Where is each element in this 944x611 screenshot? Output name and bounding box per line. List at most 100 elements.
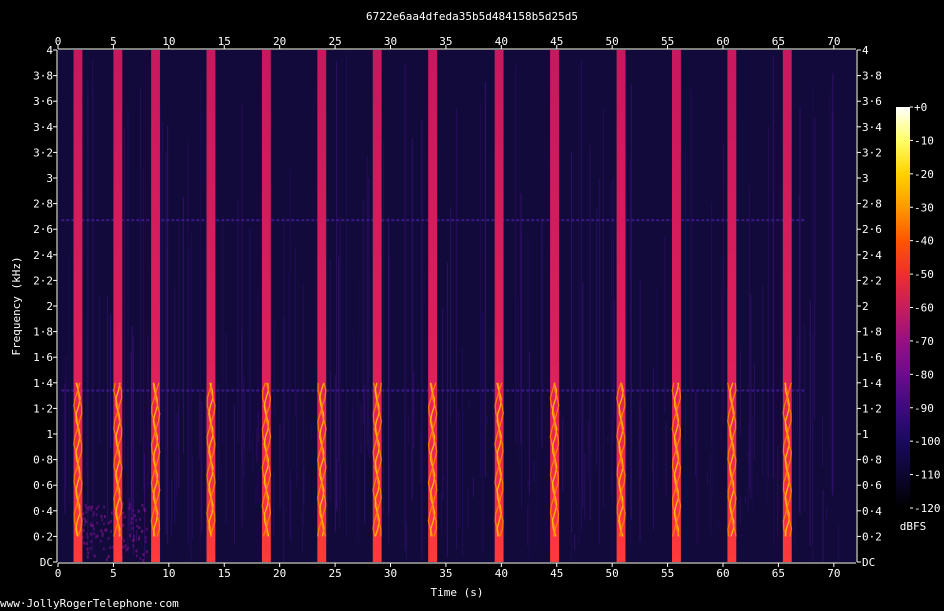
- noise-speck: [141, 529, 144, 533]
- colorbar-ticks: +0 -10 -20 -30 -40 -50 -60 -70 -80 -90 -100 -110 -12…: [910, 101, 941, 515]
- x-tick-label: 50: [606, 35, 619, 48]
- y-tick-label: 0·2: [33, 530, 53, 543]
- noise-speck: [107, 536, 110, 540]
- y-tick-label: 4: [862, 44, 869, 57]
- y-tick-label: DC: [862, 556, 875, 569]
- colorbar-tick-label: -20: [914, 168, 934, 181]
- noise-speck: [142, 558, 145, 562]
- noise-speck: [128, 506, 131, 510]
- y-tick-label: 3·2: [33, 146, 53, 159]
- tone-burst: [727, 50, 737, 562]
- y-tick-label: 1·8: [33, 326, 53, 339]
- noise-speck: [139, 557, 142, 561]
- y-tick-label: 2: [46, 300, 53, 313]
- colorbar-tick-label: -80: [914, 368, 934, 381]
- noise-speck: [95, 513, 98, 517]
- noise-speck: [136, 524, 139, 528]
- noise-speck: [122, 523, 125, 527]
- noise-speck: [82, 528, 85, 532]
- colorbar-tick-label: -120: [914, 502, 941, 515]
- x-tick-label: 5: [110, 35, 117, 48]
- noise-speck: [93, 532, 96, 536]
- noise-speck: [100, 529, 103, 533]
- x-tick-label: 65: [772, 567, 785, 580]
- x-tick-label: 30: [384, 35, 397, 48]
- y-tick-label: 2·8: [862, 198, 882, 211]
- noise-speck: [130, 517, 133, 521]
- y-tick-label: 3·4: [862, 121, 882, 134]
- y-tick-label: 1·6: [33, 351, 53, 364]
- y-tick-label: 0·4: [33, 505, 53, 518]
- y-tick-label: 0·4: [862, 505, 882, 518]
- noise-speck: [87, 551, 90, 555]
- colorbar: [896, 107, 910, 508]
- chart-title: 6722e6aa4dfeda35b5d484158b5d25d5: [366, 10, 578, 23]
- noise-speck: [129, 502, 132, 506]
- x-tick-label: 45: [550, 35, 563, 48]
- noise-speck: [87, 508, 90, 512]
- noise-speck: [89, 532, 92, 536]
- noise-speck: [138, 517, 141, 521]
- y-tick-label: 0·6: [33, 479, 53, 492]
- x-tick-label: 60: [716, 567, 729, 580]
- noise-speck: [144, 540, 147, 544]
- noise-speck: [85, 520, 88, 524]
- x-tick-label: 0: [55, 567, 62, 580]
- y-tick-label: 1: [862, 428, 869, 441]
- colorbar-tick-label: -40: [914, 235, 934, 248]
- x-tick-label: 45: [550, 567, 563, 580]
- y-tick-label: 2: [862, 300, 869, 313]
- y-tick-label: 3: [862, 172, 869, 185]
- noise-speck: [107, 554, 110, 558]
- x-tick-label: 55: [661, 567, 674, 580]
- x-tick-label: 15: [218, 35, 231, 48]
- noise-speck: [135, 549, 138, 553]
- noise-speck: [132, 544, 135, 548]
- x-tick-label: 20: [273, 35, 286, 48]
- x-axis-bottom: 0 5 10 15 20 25 30 35 40 45 50 55 60 65 70: [55, 562, 856, 580]
- x-tick-label: 70: [827, 567, 840, 580]
- noise-speck: [86, 535, 89, 539]
- noise-speck: [86, 547, 89, 551]
- noise-speck: [99, 539, 102, 543]
- y-tick-label: 0·8: [862, 454, 882, 467]
- noise-speck: [93, 554, 96, 558]
- noise-speck: [85, 542, 88, 546]
- y-tick-label: 3·2: [862, 146, 882, 159]
- noise-speck: [83, 523, 86, 527]
- x-tick-label: 0: [55, 35, 62, 48]
- noise-speck: [100, 514, 103, 518]
- x-tick-label: 55: [661, 35, 674, 48]
- noise-speck: [138, 537, 141, 541]
- y-axis-label: Frequency (kHz): [10, 256, 23, 355]
- noise-speck: [127, 546, 130, 550]
- colorbar-tick-label: -10: [914, 134, 934, 147]
- noise-speck: [84, 503, 87, 507]
- noise-speck: [122, 511, 125, 515]
- x-tick-label: 65: [772, 35, 785, 48]
- y-tick-label: 0·8: [33, 454, 53, 467]
- noise-speck: [89, 522, 92, 526]
- x-tick-label: 15: [218, 567, 231, 580]
- noise-speck: [90, 505, 93, 509]
- noise-speck: [86, 532, 89, 536]
- y-tick-label: DC: [40, 556, 53, 569]
- noise-speck: [92, 527, 95, 531]
- colorbar-label: dBFS: [900, 520, 927, 533]
- x-tick-label: 10: [162, 35, 175, 48]
- noise-speck: [145, 527, 148, 531]
- noise-speck: [125, 548, 128, 552]
- noise-speck: [82, 516, 85, 520]
- x-tick-label: 25: [328, 567, 341, 580]
- y-tick-label: 2·4: [862, 249, 882, 262]
- colorbar-tick-label: -70: [914, 335, 934, 348]
- y-tick-label: 4: [46, 44, 53, 57]
- noise-speck: [138, 526, 141, 530]
- noise-speck: [104, 528, 107, 532]
- x-tick-label: 5: [110, 567, 117, 580]
- noise-speck: [130, 521, 133, 525]
- y-tick-label: 1·4: [33, 377, 53, 390]
- y-tick-label: 1·4: [862, 377, 882, 390]
- noise-speck: [122, 545, 125, 549]
- x-tick-label: 50: [606, 567, 619, 580]
